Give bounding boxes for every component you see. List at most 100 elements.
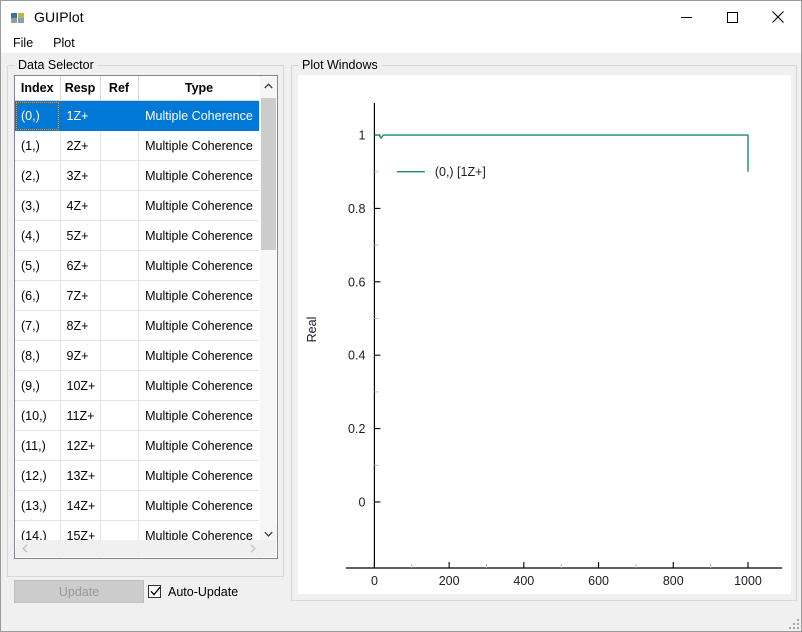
cell-type[interactable]: Multiple Coherence	[138, 461, 260, 491]
minimize-button[interactable]	[663, 1, 709, 33]
cell-ref[interactable]	[100, 101, 138, 131]
cell-type[interactable]: Multiple Coherence	[138, 251, 260, 281]
cell-resp[interactable]: 9Z+	[60, 341, 100, 371]
cell-type[interactable]: Multiple Coherence	[138, 311, 260, 341]
scroll-left-button[interactable]	[16, 540, 33, 557]
cell-index[interactable]: (11,)	[15, 431, 60, 461]
cell-ref[interactable]	[100, 161, 138, 191]
cell-resp[interactable]: 14Z+	[60, 491, 100, 521]
table-row[interactable]: (3,)4Z+ Multiple Coherence	[15, 191, 260, 221]
cell-resp[interactable]: 5Z+	[60, 221, 100, 251]
data-selector-table-container[interactable]: Index Resp Ref Type (0,)1Z+ Multiple Cohe…	[14, 75, 278, 559]
cell-ref[interactable]	[100, 341, 138, 371]
cell-type[interactable]: Multiple Coherence	[138, 221, 260, 251]
cell-ref[interactable]	[100, 371, 138, 401]
cell-index[interactable]: (2,)	[15, 161, 60, 191]
cell-index[interactable]: (12,)	[15, 461, 60, 491]
cell-type[interactable]: Multiple Coherence	[138, 131, 260, 161]
cell-index[interactable]: (1,)	[15, 131, 60, 161]
cell-type[interactable]: Multiple Coherence	[138, 191, 260, 221]
table-vertical-scrollbar[interactable]	[259, 77, 276, 542]
cell-ref[interactable]	[100, 221, 138, 251]
scroll-up-button[interactable]	[260, 77, 277, 94]
cell-resp[interactable]: 4Z+	[60, 191, 100, 221]
chevron-right-icon	[250, 544, 256, 553]
cell-ref[interactable]	[100, 431, 138, 461]
table-row[interactable]: (1,)2Z+ Multiple Coherence	[15, 131, 260, 161]
cell-ref[interactable]	[100, 191, 138, 221]
cell-resp[interactable]: 12Z+	[60, 431, 100, 461]
table-row[interactable]: (9,)10Z+ Multiple Coherence	[15, 371, 260, 401]
cell-resp[interactable]: 3Z+	[60, 161, 100, 191]
menu-item-plot[interactable]: Plot	[49, 34, 83, 52]
cell-resp[interactable]: 2Z+	[60, 131, 100, 161]
y-tick-label: 0.8	[348, 202, 365, 216]
cell-type[interactable]: Multiple Coherence	[138, 341, 260, 371]
cell-resp[interactable]: 11Z+	[60, 401, 100, 431]
table-horizontal-scrollbar[interactable]	[16, 540, 261, 557]
close-button[interactable]	[755, 1, 801, 33]
cell-index[interactable]: (6,)	[15, 281, 60, 311]
guiplot-window: GUIPlot File Plot	[0, 0, 802, 632]
python-logo-icon	[10, 9, 26, 25]
cell-ref[interactable]	[100, 131, 138, 161]
column-header-index[interactable]: Index	[15, 76, 60, 101]
cell-index[interactable]: (0,)	[15, 101, 60, 131]
cell-index[interactable]: (5,)	[15, 251, 60, 281]
cell-type[interactable]: Multiple Coherence	[138, 371, 260, 401]
cell-ref[interactable]	[100, 251, 138, 281]
table-row[interactable]: (13,)14Z+ Multiple Coherence	[15, 491, 260, 521]
cell-index[interactable]: (13,)	[15, 491, 60, 521]
cell-resp[interactable]: 7Z+	[60, 281, 100, 311]
cell-type[interactable]: Multiple Coherence	[138, 491, 260, 521]
table-row[interactable]: (7,)8Z+ Multiple Coherence	[15, 311, 260, 341]
cell-ref[interactable]	[100, 281, 138, 311]
cell-type[interactable]: Multiple Coherence	[138, 431, 260, 461]
cell-resp[interactable]: 10Z+	[60, 371, 100, 401]
auto-update-checkbox[interactable]	[148, 585, 161, 598]
auto-update-control[interactable]: Auto-Update	[148, 580, 238, 603]
cell-index[interactable]: (9,)	[15, 371, 60, 401]
table-row[interactable]: (10,)11Z+ Multiple Coherence	[15, 401, 260, 431]
cell-index[interactable]: (4,)	[15, 221, 60, 251]
table-row[interactable]: (11,)12Z+ Multiple Coherence	[15, 431, 260, 461]
legend-label-0: (0,) [1Z+]	[435, 165, 486, 179]
y-tick-label: 0.4	[348, 349, 365, 363]
cell-resp[interactable]: 6Z+	[60, 251, 100, 281]
cell-index[interactable]: (3,)	[15, 191, 60, 221]
column-header-ref[interactable]: Ref	[100, 76, 138, 101]
update-button[interactable]: Update	[14, 580, 144, 603]
table-row[interactable]: (0,)1Z+ Multiple Coherence	[15, 101, 260, 131]
cell-ref[interactable]	[100, 461, 138, 491]
cell-index[interactable]: (8,)	[15, 341, 60, 371]
cell-index[interactable]: (7,)	[15, 311, 60, 341]
menu-item-file[interactable]: File	[9, 34, 41, 52]
cell-ref[interactable]	[100, 401, 138, 431]
cell-resp[interactable]: 1Z+	[60, 101, 100, 131]
plot-windows-title: Plot Windows	[299, 58, 381, 72]
title-bar: GUIPlot	[1, 1, 801, 33]
vertical-scroll-thumb[interactable]	[261, 98, 276, 250]
table-row[interactable]: (12,)13Z+ Multiple Coherence	[15, 461, 260, 491]
table-header-row: Index Resp Ref Type	[15, 76, 260, 101]
cell-resp[interactable]: 8Z+	[60, 311, 100, 341]
table-row[interactable]: (6,)7Z+ Multiple Coherence	[15, 281, 260, 311]
cell-type[interactable]: Multiple Coherence	[138, 281, 260, 311]
column-header-resp[interactable]: Resp	[60, 76, 100, 101]
table-row[interactable]: (4,)5Z+ Multiple Coherence	[15, 221, 260, 251]
table-row[interactable]: (8,)9Z+ Multiple Coherence	[15, 341, 260, 371]
cell-resp[interactable]: 13Z+	[60, 461, 100, 491]
cell-ref[interactable]	[100, 311, 138, 341]
cell-index[interactable]: (10,)	[15, 401, 60, 431]
data-selector-table: Index Resp Ref Type (0,)1Z+ Multiple Cohe…	[15, 76, 261, 559]
cell-ref[interactable]	[100, 491, 138, 521]
resize-grip[interactable]	[786, 616, 799, 629]
cell-type[interactable]: Multiple Coherence	[138, 161, 260, 191]
table-row[interactable]: (2,)3Z+ Multiple Coherence	[15, 161, 260, 191]
cell-type[interactable]: Multiple Coherence	[138, 401, 260, 431]
plot-canvas[interactable]: 00.20.40.60.8102004006008001000Real(0,) …	[298, 75, 791, 594]
table-row[interactable]: (5,)6Z+ Multiple Coherence	[15, 251, 260, 281]
cell-type[interactable]: Multiple Coherence	[138, 101, 260, 131]
maximize-button[interactable]	[709, 1, 755, 33]
column-header-type[interactable]: Type	[138, 76, 260, 101]
